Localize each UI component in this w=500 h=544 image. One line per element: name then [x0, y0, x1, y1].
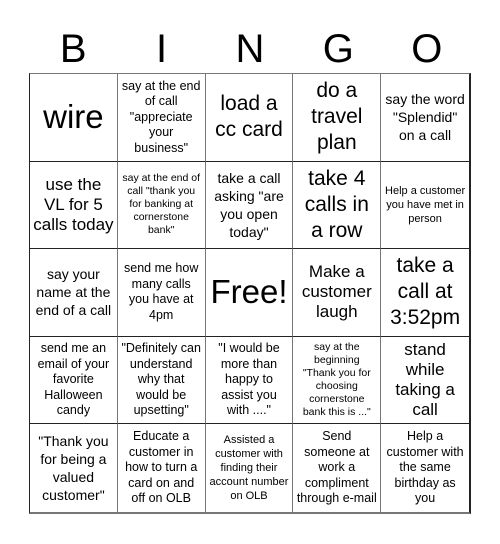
bingo-cell-text: say your name at the end of a call [35, 266, 112, 319]
bingo-cell-text: "I would be more than happy to assist yo… [218, 341, 280, 418]
bingo-cell[interactable]: "Thank you for being a valued customer" [30, 424, 118, 512]
bingo-card-grid: wire say at the end of call "appreciate … [29, 73, 471, 514]
bingo-cell-text: wire [43, 98, 104, 136]
bingo-cell[interactable]: say at the end of call "thank you for ba… [117, 161, 206, 250]
header-letter-b: B [59, 27, 87, 71]
bingo-header: B I N G O [29, 26, 471, 72]
bingo-cell-text: Educate a customer in how to turn a card… [125, 429, 198, 506]
bingo-cell-text: Help a customer with the same birthday a… [386, 429, 464, 506]
bingo-cell[interactable]: "Definitely can understand why that woul… [117, 336, 206, 425]
bingo-cell-text: send me an email of your favorite Hallow… [37, 341, 110, 418]
bingo-cell[interactable]: Educate a customer in how to turn a card… [118, 424, 206, 512]
header-letter-g: G [322, 27, 354, 71]
bingo-cell-text: "Definitely can understand why that woul… [121, 341, 201, 418]
bingo-cell[interactable]: take 4 calls in a row [293, 161, 382, 250]
bingo-cell-text: say the word "Splendid" on a call [385, 91, 465, 144]
bingo-cell[interactable]: "I would be more than happy to assist yo… [205, 336, 294, 425]
header-letter-o: O [411, 27, 443, 71]
bingo-cell-text: load a cc card [215, 92, 283, 142]
bingo-cell-text: take a call at 3:52pm [390, 254, 461, 330]
bingo-cell[interactable]: say your name at the end of a call [30, 249, 118, 337]
bingo-cell[interactable]: take a call asking "are you open today" [205, 161, 294, 250]
header-letter-i: I [156, 27, 168, 71]
bingo-cell-text: Help a customer you have met in person [385, 184, 466, 225]
bingo-cell[interactable]: send me how many calls you have at 4pm [117, 249, 206, 337]
bingo-cell-text: stand while taking a call [395, 340, 455, 420]
bingo-cell[interactable]: Make a customer laugh [293, 249, 382, 337]
bingo-cell-text: do a travel plan [311, 79, 363, 155]
bingo-cell[interactable]: say at the end of call "appreciate your … [117, 74, 206, 162]
bingo-cell[interactable]: stand while taking a call [381, 337, 469, 425]
bingo-cell-text: say at the end of call "appreciate your … [121, 78, 201, 155]
bingo-cell[interactable]: Send someone at work a compliment throug… [293, 424, 382, 512]
bingo-cell[interactable]: Help a customer you have met in person [381, 162, 469, 250]
bingo-cell[interactable]: send me an email of your favorite Hallow… [30, 336, 118, 425]
bingo-cell-text: take 4 calls in a row [304, 166, 369, 242]
bingo-cell[interactable]: Help a customer with the same birthday a… [381, 424, 469, 512]
bingo-cell-text: send me how many calls you have at 4pm [124, 261, 199, 322]
bingo-cell-text: Send someone at work a compliment throug… [296, 429, 377, 506]
bingo-cell[interactable]: say at the beginning "Thank you for choo… [293, 336, 382, 425]
bingo-cell-text: take a call asking "are you open today" [214, 169, 284, 240]
bingo-cell[interactable]: wire [30, 74, 118, 162]
bingo-cell[interactable]: Assisted a customer with finding their a… [206, 424, 294, 512]
bingo-cell[interactable]: take a call at 3:52pm [381, 249, 469, 337]
bingo-cell-text: Make a customer laugh [301, 262, 372, 322]
bingo-cell-text: Assisted a customer with finding their a… [209, 434, 289, 503]
free-space-cell[interactable]: Free! [205, 249, 294, 337]
bingo-cell[interactable]: say the word "Splendid" on a call [381, 74, 469, 162]
bingo-cell-text: say at the beginning "Thank you for choo… [302, 341, 371, 419]
bingo-cell-text: "Thank you for being a valued customer" [38, 433, 109, 504]
bingo-cell-text: say at the end of call "thank you for ba… [122, 172, 201, 237]
bingo-cell[interactable]: do a travel plan [293, 74, 382, 162]
bingo-cell[interactable]: load a cc card [205, 74, 294, 162]
bingo-cell[interactable]: use the VL for 5 calls today [30, 161, 118, 250]
free-space-text: Free! [210, 273, 288, 311]
header-letter-n: N [235, 27, 265, 71]
bingo-cell-text: use the VL for 5 calls today [33, 174, 114, 234]
